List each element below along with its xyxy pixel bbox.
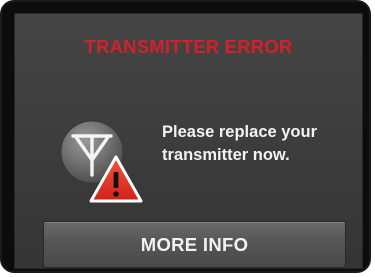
more-info-button[interactable]: MORE INFO (43, 221, 346, 268)
error-title: TRANSMITTER ERROR (84, 36, 293, 57)
error-message: Please replace your transmitter now. (162, 123, 318, 164)
device-frame: TRANSMITTER ERROR Please replace your tr… (0, 0, 371, 273)
error-screen: TRANSMITTER ERROR Please replace your tr… (14, 13, 363, 269)
transmitter-warning-icon (60, 120, 143, 203)
